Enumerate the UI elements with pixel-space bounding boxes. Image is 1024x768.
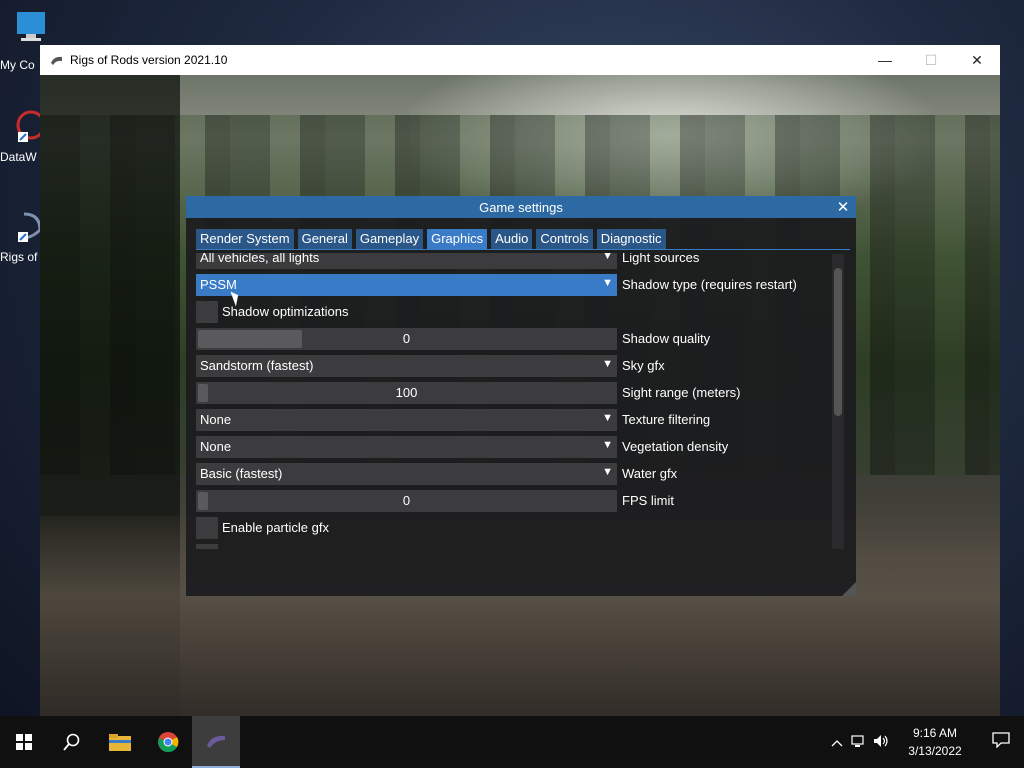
shadow-quality-slider[interactable]: 0 (196, 328, 617, 350)
setting-shadow-quality: 0 Shadow quality (196, 328, 836, 350)
minimize-button[interactable]: — (862, 45, 908, 75)
setting-label: Shadow type (requires restart) (622, 277, 797, 292)
app-icon (50, 54, 64, 66)
sight-range-slider[interactable]: 100 (196, 382, 617, 404)
windows-logo-icon (16, 734, 32, 750)
setting-next-partial (196, 544, 836, 549)
graphics-settings-list: All vehicles, all lights ▼ Light sources… (196, 253, 836, 549)
computer-icon (14, 10, 48, 44)
game-settings-dialog: Game settings ✕ Render System General Ga… (186, 196, 856, 596)
network-icon[interactable] (848, 734, 870, 751)
setting-label: Shadow quality (622, 331, 711, 346)
tab-general[interactable]: General (297, 229, 352, 250)
setting-label: Texture filtering (622, 412, 711, 427)
rigs-of-rods-icon (207, 735, 225, 748)
setting-texture-filtering: None ▼ Texture filtering (196, 409, 836, 431)
dropdown-value: PSSM (200, 277, 237, 292)
dropdown-arrow-icon: ▼ (602, 358, 613, 370)
setting-vegetation-density: None ▼ Vegetation density (196, 436, 836, 458)
dropdown-value: Sandstorm (fastest) (200, 358, 314, 373)
tab-underline (196, 249, 850, 250)
clock-date: 3/13/2022 (908, 744, 962, 758)
dropdown-arrow-icon: ▼ (602, 277, 613, 289)
dialog-title: Game settings (479, 199, 563, 215)
search-icon (63, 733, 80, 751)
light-sources-dropdown[interactable]: All vehicles, all lights ▼ (196, 253, 617, 269)
water-gfx-dropdown[interactable]: Basic (fastest) ▼ (196, 463, 617, 485)
tab-graphics[interactable]: Graphics (427, 229, 488, 250)
scrollbar-thumb[interactable] (834, 268, 842, 416)
notification-center-button[interactable] (978, 731, 1024, 753)
maximize-button[interactable]: ☐ (908, 45, 954, 75)
setting-water-gfx: Basic (fastest) ▼ Water gfx (196, 463, 836, 485)
chrome-icon (158, 732, 179, 753)
setting-shadow-optimizations: Shadow optimizations (196, 301, 836, 323)
search-button[interactable] (48, 716, 96, 768)
taskbar-chrome[interactable] (144, 716, 192, 768)
system-tray: 9:16 AM 3/13/2022 (826, 716, 1024, 768)
texture-filtering-dropdown[interactable]: None ▼ (196, 409, 617, 431)
setting-label: Sight range (meters) (622, 385, 741, 400)
fps-limit-slider[interactable]: 0 (196, 490, 617, 512)
clock-time: 9:16 AM (912, 726, 958, 740)
tab-gameplay[interactable]: Gameplay (355, 229, 424, 250)
checkbox-label: Shadow optimizations (222, 304, 349, 319)
dropdown-arrow-icon: ▼ (602, 412, 613, 424)
taskbar-rigs-of-rods[interactable] (192, 716, 240, 768)
dropdown-arrow-icon: ▼ (602, 439, 613, 451)
setting-fps-limit: 0 FPS limit (196, 490, 836, 512)
sky-gfx-dropdown[interactable]: Sandstorm (fastest) ▼ (196, 355, 617, 377)
slider-value: 0 (402, 493, 411, 508)
taskbar: 9:16 AM 3/13/2022 (0, 716, 1024, 768)
dropdown-value: None (200, 439, 232, 454)
tab-render-system[interactable]: Render System (196, 229, 294, 250)
tab-audio[interactable]: Audio (491, 229, 533, 250)
shadow-type-dropdown[interactable]: PSSM ▼ (196, 274, 617, 296)
checkbox-label: Enable particle gfx (222, 520, 329, 535)
dialog-close-button[interactable]: ✕ (834, 198, 852, 216)
slider-value: 100 (395, 385, 418, 400)
setting-light-sources: All vehicles, all lights ▼ Light sources (196, 253, 836, 269)
start-button[interactable] (0, 716, 48, 768)
dropdown-value: All vehicles, all lights (200, 253, 320, 265)
shadow-optimizations-checkbox[interactable] (196, 301, 218, 323)
setting-sight-range: 100 Sight range (meters) (196, 382, 836, 404)
window-title: Rigs of Rods version 2021.10 (70, 53, 228, 67)
taskbar-file-explorer[interactable] (96, 716, 144, 768)
setting-label: Water gfx (622, 466, 678, 481)
setting-label: FPS limit (622, 493, 674, 508)
setting-label: Sky gfx (622, 358, 665, 373)
tab-controls[interactable]: Controls (536, 229, 593, 250)
volume-icon[interactable] (870, 734, 892, 751)
vegetation-density-dropdown[interactable]: None ▼ (196, 436, 617, 458)
dialog-titlebar[interactable]: Game settings ✕ (186, 196, 856, 218)
settings-scrollbar[interactable] (832, 254, 844, 549)
window-titlebar[interactable]: Rigs of Rods version 2021.10 — ☐ ✕ (40, 45, 1000, 75)
setting-label: Vegetation density (622, 439, 729, 454)
dropdown-value: None (200, 412, 232, 427)
notification-icon (992, 731, 1010, 749)
dialog-resize-grip[interactable] (842, 582, 856, 596)
particle-gfx-checkbox[interactable] (196, 517, 218, 539)
setting-shadow-type: PSSM ▼ Shadow type (requires restart) (196, 274, 836, 296)
chevron-up-icon[interactable] (826, 735, 848, 750)
close-button[interactable]: ✕ (954, 45, 1000, 75)
settings-tabs: Render System General Gameplay Graphics … (196, 229, 666, 250)
dropdown-value: Basic (fastest) (200, 466, 283, 481)
dropdown-arrow-icon: ▼ (602, 466, 613, 478)
system-clock[interactable]: 9:16 AM 3/13/2022 (892, 724, 978, 760)
folder-icon (109, 734, 131, 751)
dropdown-arrow-icon: ▼ (602, 253, 613, 262)
setting-label: Light sources (622, 253, 700, 265)
setting-particle-gfx: Enable particle gfx (196, 517, 836, 539)
slider-value: 0 (402, 331, 411, 346)
setting-sky-gfx: Sandstorm (fastest) ▼ Sky gfx (196, 355, 836, 377)
tab-diagnostic[interactable]: Diagnostic (596, 229, 666, 250)
next-setting-checkbox[interactable] (196, 544, 218, 549)
